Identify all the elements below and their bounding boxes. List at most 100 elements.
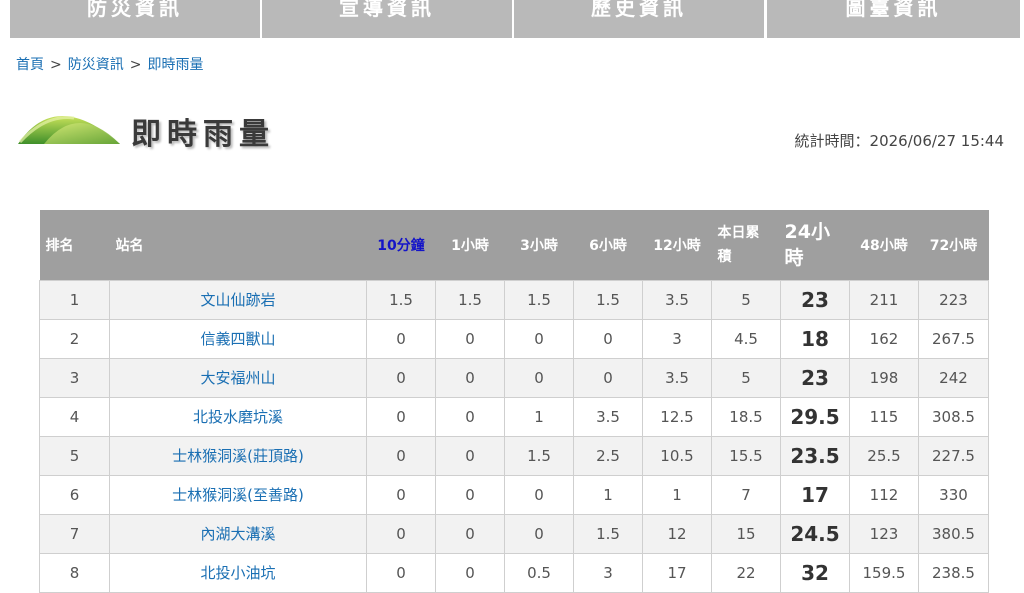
header-24hour-line2: 時 [784, 246, 804, 269]
cell-m10: 0 [366, 318, 436, 359]
cell-h24: 23 [780, 357, 850, 398]
cell-station: 士林猴洞溪(至善路) [109, 474, 367, 515]
header-10min[interactable]: 10分鐘 [366, 210, 436, 280]
table-row: 3 大安福州山 0 0 0 0 3.5 5 23 198 242 [39, 357, 989, 398]
cell-h1: 0 [435, 474, 505, 515]
cell-h6: 1.5 [573, 279, 643, 320]
cell-h48: 211 [849, 279, 919, 320]
station-link[interactable]: 北投水磨坑溪 [193, 408, 283, 426]
cell-rank: 1 [39, 279, 110, 320]
cell-today: 22 [711, 552, 781, 593]
header-1hour[interactable]: 1小時 [435, 210, 505, 280]
cell-h48: 198 [849, 357, 919, 398]
cell-today: 18.5 [711, 396, 781, 437]
table-row: 5 士林猴洞溪(莊頂路) 0 0 1.5 2.5 10.5 15.5 23.5 25.5 227.5 [39, 435, 989, 476]
station-link[interactable]: 信義四獸山 [200, 330, 275, 348]
cell-h24: 24.5 [780, 513, 850, 554]
breadcrumb-separator: > [50, 57, 62, 73]
cell-h24: 23 [780, 279, 850, 320]
cell-h48: 159.5 [849, 552, 919, 593]
table-row: 4 北投水磨坑溪 0 0 1 3.5 12.5 18.5 29.5 115 308.5 [39, 396, 989, 437]
breadcrumb-separator: > [129, 57, 142, 73]
cell-h72: 227.5 [918, 435, 989, 476]
cell-h1: 1.5 [435, 279, 505, 320]
tab-disaster-info[interactable]: 防災資訊 [10, 0, 260, 38]
cell-today: 4.5 [711, 318, 781, 359]
cell-h24: 23.5 [780, 435, 850, 476]
station-link[interactable]: 文山仙跡岩 [200, 291, 275, 309]
cell-station: 內湖大溝溪 [109, 513, 367, 554]
cell-h1: 0 [435, 318, 505, 359]
tab-map-info[interactable]: 圖臺資訊 [767, 0, 1020, 38]
cell-h24: 29.5 [780, 396, 850, 437]
cell-m10: 0 [366, 357, 436, 398]
cell-h3: 0 [504, 318, 574, 359]
cell-m10: 0 [366, 474, 436, 515]
tab-label: 宣導資訊 [339, 0, 435, 20]
cell-h72: 238.5 [918, 552, 989, 593]
header-12hour[interactable]: 12小時 [642, 210, 712, 280]
header-today-accumulated[interactable]: 本日累積 [711, 210, 781, 280]
cell-rank: 5 [39, 435, 110, 476]
cell-h3: 0 [504, 357, 574, 398]
cell-h1: 0 [435, 513, 505, 554]
cell-h12: 12 [642, 513, 712, 554]
cell-rank: 7 [39, 513, 110, 554]
cell-today: 5 [711, 279, 781, 320]
cell-h12: 10.5 [642, 435, 712, 476]
cell-h48: 123 [849, 513, 919, 554]
header-48hour[interactable]: 48小時 [849, 210, 919, 280]
header-3hour[interactable]: 3小時 [504, 210, 574, 280]
cell-h3: 1.5 [504, 279, 574, 320]
cell-h3: 0.5 [504, 552, 574, 593]
cell-h72: 223 [918, 279, 989, 320]
cell-h1: 0 [435, 396, 505, 437]
cell-h72: 380.5 [918, 513, 989, 554]
cell-h1: 0 [435, 435, 505, 476]
breadcrumb-current-link[interactable]: 即時雨量 [147, 57, 203, 73]
cell-h72: 267.5 [918, 318, 989, 359]
cell-h3: 1 [504, 396, 574, 437]
header-6hour[interactable]: 6小時 [573, 210, 643, 280]
header-24hour[interactable]: 24小時 [780, 210, 850, 280]
cell-h12: 3 [642, 318, 712, 359]
header-72hour[interactable]: 72小時 [918, 210, 989, 280]
cell-station: 士林猴洞溪(莊頂路) [109, 435, 367, 476]
tab-history-info[interactable]: 歷史資訊 [514, 0, 764, 38]
cell-h1: 0 [435, 357, 505, 398]
station-link[interactable]: 北投小油坑 [200, 564, 275, 582]
mountain-logo-icon [18, 116, 120, 144]
cell-today: 15.5 [711, 435, 781, 476]
cell-h48: 112 [849, 474, 919, 515]
cell-h12: 1 [642, 474, 712, 515]
cell-h48: 25.5 [849, 435, 919, 476]
breadcrumb-home-link[interactable]: 首頁 [16, 57, 44, 73]
table-row: 1 文山仙跡岩 1.5 1.5 1.5 1.5 3.5 5 23 211 223 [39, 279, 989, 320]
table-row: 2 信義四獸山 0 0 0 0 3 4.5 18 162 267.5 [39, 318, 989, 359]
station-link[interactable]: 內湖大溝溪 [200, 525, 275, 543]
station-link[interactable]: 士林猴洞溪(莊頂路) [172, 447, 304, 465]
cell-h72: 242 [918, 357, 989, 398]
cell-h1: 0 [435, 552, 505, 593]
cell-h3: 0 [504, 474, 574, 515]
breadcrumb-disaster-link[interactable]: 防災資訊 [68, 57, 124, 73]
table-body: 1 文山仙跡岩 1.5 1.5 1.5 1.5 3.5 5 23 211 223 2 信義四獸山 0 0 0 0… [39, 279, 989, 593]
cell-station: 北投小油坑 [109, 552, 367, 593]
cell-h3: 0 [504, 513, 574, 554]
cell-h72: 330 [918, 474, 989, 515]
station-link[interactable]: 大安福州山 [200, 369, 275, 387]
header-today-line1: 本日累 [717, 224, 760, 241]
cell-h6: 3 [573, 552, 643, 593]
cell-h12: 17 [642, 552, 712, 593]
cell-m10: 0 [366, 552, 436, 593]
station-link[interactable]: 士林猴洞溪(至善路) [172, 486, 304, 504]
header-today-line2: 積 [717, 248, 732, 265]
cell-today: 15 [711, 513, 781, 554]
header-24hour-line1: 24小 [784, 220, 830, 243]
cell-h24: 32 [780, 552, 850, 593]
cell-h48: 115 [849, 396, 919, 437]
cell-h12: 3.5 [642, 357, 712, 398]
table-row: 8 北投小油坑 0 0 0.5 3 17 22 32 159.5 238.5 [39, 552, 989, 593]
tab-promotion-info[interactable]: 宣導資訊 [262, 0, 512, 38]
cell-rank: 6 [39, 474, 110, 515]
